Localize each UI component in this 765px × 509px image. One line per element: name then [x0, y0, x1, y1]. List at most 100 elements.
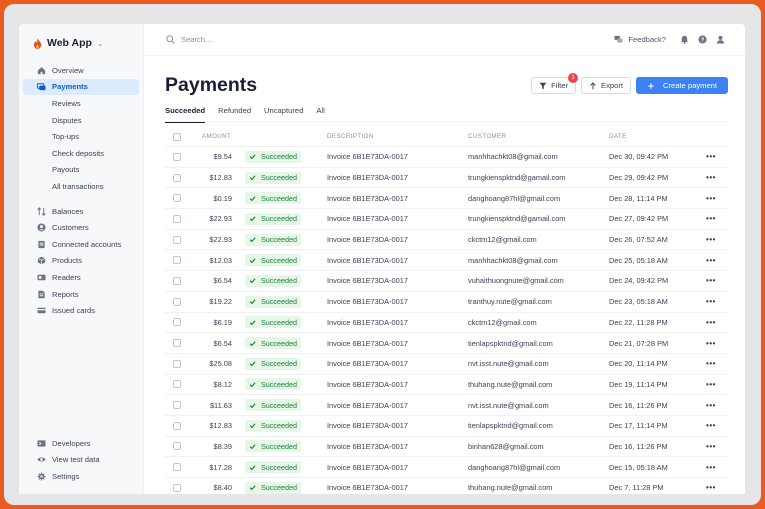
sidebar-item-disputes[interactable]: Disputes [23, 112, 139, 129]
table-row[interactable]: $17.28 Succeeded Invoice 6B1E73DA-0017 dang… [165, 457, 728, 478]
amount-cell: $8.39 [213, 441, 233, 451]
row-checkbox[interactable] [173, 235, 181, 244]
table-row[interactable]: $12.83 Succeeded Invoice 6B1E73DA-0017 tien… [165, 416, 728, 437]
sidebar-item-developers[interactable]: Developers [23, 435, 139, 452]
sidebar-item-balances[interactable]: Balances [23, 203, 139, 220]
table-row[interactable]: $22.93 Succeeded Invoice 6B1E73DA-0017 trun… [165, 209, 728, 230]
row-checkbox[interactable] [173, 173, 181, 182]
more-options-icon[interactable]: ••• [701, 442, 721, 451]
row-checkbox[interactable] [173, 297, 181, 306]
description-cell: Invoice 6B1E73DA-0017 [327, 379, 408, 389]
export-button[interactable]: Export [581, 77, 631, 94]
sidebar-item-issued-cards[interactable]: Issued cards [23, 302, 139, 319]
app-name: Web App [47, 37, 92, 49]
table-header: AMOUNT DESCRIPTION CUSTOMER DATE [165, 127, 728, 147]
row-checkbox[interactable] [173, 214, 181, 223]
header-amount[interactable]: AMOUNT [192, 133, 232, 140]
account-switcher[interactable]: Web App ⌄ [33, 37, 104, 49]
sidebar-item-overview[interactable]: Overview [23, 62, 139, 79]
table-row[interactable]: $12.03 Succeeded Invoice 6B1E73DA-0017 manh… [165, 250, 728, 272]
search-input[interactable] [181, 35, 301, 44]
checkmark-icon [249, 216, 256, 222]
row-checkbox[interactable] [173, 318, 181, 327]
row-checkbox[interactable] [173, 401, 181, 410]
row-checkbox[interactable] [173, 463, 181, 472]
row-checkbox[interactable] [173, 339, 181, 348]
customer-cell: trungkienspktnd@gamail.com [468, 173, 566, 183]
more-options-icon[interactable]: ••• [701, 297, 721, 306]
header-description[interactable]: DESCRIPTION [327, 133, 468, 140]
table-row[interactable]: $8.39 Succeeded Invoice 6B1E73DA-0017 binha… [165, 437, 728, 458]
sidebar-item-customers[interactable]: Customers [23, 219, 139, 236]
table-row[interactable]: $6.19 Succeeded Invoice 6B1E73DA-0017 ckctm… [165, 313, 728, 334]
table-row[interactable]: $8.40 Succeeded Invoice 6B1E73DA-0017 thuha… [165, 478, 728, 494]
table-row[interactable]: $19.22 Succeeded Invoice 6B1E73DA-0017 tran… [165, 292, 728, 313]
more-options-icon[interactable]: ••• [701, 318, 721, 327]
more-options-icon[interactable]: ••• [701, 339, 721, 348]
table-row[interactable]: $9.54 Succeeded Invoice 6B1E73DA-0017 manhh… [165, 147, 728, 168]
filter-count-badge: 1 [568, 73, 579, 83]
customer-cell: danghoang87hl@gmail.com [468, 193, 561, 203]
table-row[interactable]: $8.12 Succeeded Invoice 6B1E73DA-0017 thuha… [165, 375, 728, 396]
table-row[interactable]: $6.54 Succeeded Invoice 6B1E73DA-0017 vuhai… [165, 271, 728, 292]
more-options-icon[interactable]: ••• [701, 235, 721, 244]
table-row[interactable]: $6.54 Succeeded Invoice 6B1E73DA-0017 tienl… [165, 333, 728, 354]
table-row[interactable]: $11.63 Succeeded Invoice 6B1E73DA-0017 nvt.… [165, 395, 728, 416]
row-checkbox[interactable] [173, 483, 181, 492]
sidebar-item-all-transactions[interactable]: All transactions [23, 178, 139, 195]
feedback-button[interactable]: Feedback? [614, 35, 666, 44]
sidebar-item-top-ups[interactable]: Top-ups [23, 128, 139, 145]
bell-icon[interactable] [680, 35, 689, 44]
products-icon [37, 256, 46, 265]
row-checkbox[interactable] [173, 256, 181, 265]
header-customer[interactable]: CUSTOMER [468, 133, 609, 140]
row-checkbox[interactable] [173, 359, 181, 368]
more-options-icon[interactable]: ••• [701, 421, 721, 430]
sidebar-item-reports[interactable]: Reports [23, 286, 139, 303]
help-icon[interactable]: ? [698, 35, 707, 44]
sidebar-item-payments[interactable]: Payments [23, 78, 139, 96]
row-checkbox[interactable] [173, 276, 181, 285]
sidebar-item-check-deposits[interactable]: Check deposits [23, 145, 139, 162]
row-checkbox[interactable] [173, 442, 181, 451]
date-cell: Dec 28, 11:14 PM [609, 193, 668, 203]
user-icon[interactable] [716, 35, 725, 44]
more-options-icon[interactable]: ••• [701, 401, 721, 410]
row-checkbox[interactable] [173, 152, 181, 161]
row-checkbox[interactable] [173, 380, 181, 389]
filter-button[interactable]: Filter 1 [531, 73, 579, 94]
status-badge: Succeeded [245, 212, 301, 225]
table-row[interactable]: $25.08 Succeeded Invoice 6B1E73DA-0017 nvt.… [165, 354, 728, 375]
table-row[interactable]: $0.19 Succeeded Invoice 6B1E73DA-0017 dangh… [165, 188, 728, 210]
row-checkbox[interactable] [173, 194, 181, 203]
more-options-icon[interactable]: ••• [701, 173, 721, 182]
more-options-icon[interactable]: ••• [701, 483, 721, 492]
select-all-checkbox[interactable] [173, 132, 181, 141]
sidebar-item-view-test-data[interactable]: View test data [23, 452, 139, 469]
status-badge: Succeeded [245, 254, 301, 267]
description-cell: Invoice 6B1E73DA-0017 [327, 173, 408, 183]
sidebar-item-products[interactable]: Products [23, 253, 139, 270]
more-options-icon[interactable]: ••• [701, 359, 721, 368]
more-options-icon[interactable]: ••• [701, 256, 721, 265]
sidebar-item-payouts[interactable]: Payouts [23, 162, 139, 179]
row-checkbox[interactable] [173, 421, 181, 430]
more-options-icon[interactable]: ••• [701, 214, 721, 223]
more-options-icon[interactable]: ••• [701, 463, 721, 472]
sidebar-item-settings[interactable]: Settings [23, 468, 139, 485]
status-label: Succeeded [261, 379, 297, 389]
checkmark-icon [249, 320, 256, 326]
more-options-icon[interactable]: ••• [701, 276, 721, 285]
description-cell: Invoice 6B1E73DA-0017 [327, 276, 408, 286]
table-row[interactable]: $12.83 Succeeded Invoice 6B1E73DA-0017 trun… [165, 168, 728, 189]
more-options-icon[interactable]: ••• [701, 194, 721, 203]
sidebar-item-connected-accounts[interactable]: Connected accounts [23, 236, 139, 253]
create-payment-button[interactable]: Create payment [635, 77, 728, 94]
sidebar-item-readers[interactable]: Readers [23, 269, 139, 286]
table-row[interactable]: $22.93 Succeeded Invoice 6B1E73DA-0017 ckct… [165, 230, 728, 251]
chevron-down-icon: ⌄ [96, 38, 104, 48]
sidebar-item-reviews[interactable]: Reviews [23, 95, 139, 112]
more-options-icon[interactable]: ••• [701, 380, 721, 389]
more-options-icon[interactable]: ••• [701, 152, 721, 161]
header-date[interactable]: DATE [609, 133, 701, 140]
